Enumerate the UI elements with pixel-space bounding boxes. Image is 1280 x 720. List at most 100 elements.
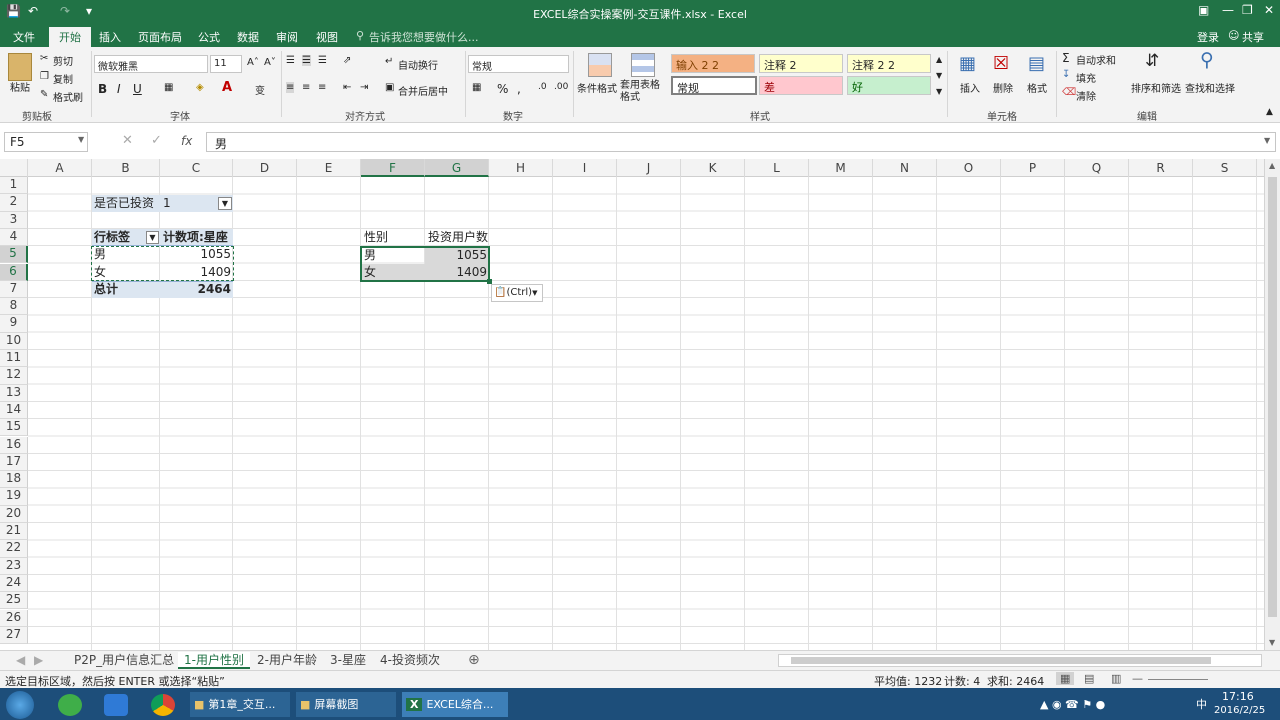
column-header[interactable]: N	[873, 159, 937, 177]
row-filter-dropdown-icon[interactable]: ▼	[146, 231, 159, 244]
page-layout-icon[interactable]: ▤	[1084, 672, 1094, 685]
italic-button[interactable]: I	[117, 82, 121, 96]
cut-icon[interactable]: ✂	[40, 53, 48, 64]
horizontal-scroll-thumb[interactable]	[791, 657, 1211, 664]
insert-function-button[interactable]: fx	[181, 134, 192, 148]
column-header[interactable]: Q	[1065, 159, 1129, 177]
row-header[interactable]: 20	[0, 505, 28, 523]
sheet-tab[interactable]: 3-星座	[324, 652, 372, 669]
column-header[interactable]: B	[92, 159, 160, 177]
column-header[interactable]: F	[361, 159, 425, 177]
column-header[interactable]: H	[489, 159, 553, 177]
align-right-icon[interactable]: ≡	[318, 82, 326, 93]
paste-button[interactable]: 粘贴	[10, 79, 30, 94]
row-header[interactable]: 19	[0, 488, 28, 506]
column-header[interactable]: G	[425, 159, 489, 177]
column-header[interactable]: M	[809, 159, 873, 177]
align-left-icon[interactable]: ≡	[286, 82, 295, 93]
orientation-icon[interactable]: ⇗	[343, 55, 351, 66]
clear-button[interactable]: 清除	[1076, 88, 1096, 103]
taskbar-item[interactable]: ■ 第1章_交互...	[190, 692, 290, 717]
decrease-font-icon[interactable]: A˅	[264, 57, 276, 68]
paste-icon[interactable]	[8, 53, 32, 81]
paste-options-button[interactable]: 📋(Ctrl)▼	[491, 284, 543, 302]
conditional-format-button[interactable]: 条件格式	[577, 80, 617, 95]
format-cells-icon[interactable]: ▤	[1028, 53, 1045, 74]
row-header[interactable]: 10	[0, 332, 28, 350]
table-format-button[interactable]: 套用表格格式	[620, 80, 666, 104]
phonetic-icon[interactable]: 变	[255, 82, 265, 97]
column-header[interactable]: S	[1193, 159, 1257, 177]
collapse-ribbon-icon[interactable]: ▲	[1266, 107, 1273, 117]
column-header[interactable]: A	[28, 159, 92, 177]
tab-formulas[interactable]: 公式	[198, 29, 220, 45]
close-icon[interactable]: ✕	[1264, 3, 1274, 17]
align-middle-icon[interactable]: ☰	[302, 55, 311, 66]
zoom-out-icon[interactable]: —	[1132, 672, 1143, 685]
row-header[interactable]: 12	[0, 367, 28, 385]
row-header[interactable]: 26	[0, 609, 28, 627]
decrease-decimal-icon[interactable]: .00	[554, 82, 568, 92]
delete-cells-icon[interactable]: ☒	[993, 53, 1009, 74]
cancel-icon[interactable]: ✕	[122, 133, 133, 148]
ribbon-display-icon[interactable]: ▣	[1198, 3, 1209, 17]
sort-filter-button[interactable]: 排序和筛选	[1131, 80, 1181, 95]
style-input22[interactable]: 输入 2 2	[671, 54, 755, 73]
style-note2[interactable]: 注释 2	[759, 54, 843, 73]
page-break-icon[interactable]: ▥	[1111, 672, 1121, 685]
tab-data[interactable]: 数据	[237, 29, 259, 45]
formula-input[interactable]: 男	[206, 132, 1276, 152]
copy-button[interactable]: 复制	[53, 71, 73, 86]
filter-icon[interactable]: ▼	[218, 197, 232, 210]
autosum-button[interactable]: 自动求和	[1076, 52, 1116, 67]
format-painter-icon[interactable]: ✎	[40, 89, 48, 100]
row-header[interactable]: 1	[0, 177, 28, 195]
app-icon-green[interactable]	[58, 694, 82, 716]
font-size-select[interactable]: 11	[210, 55, 242, 73]
column-header[interactable]: E	[297, 159, 361, 177]
clock-date[interactable]: 2016/2/25	[1214, 705, 1265, 716]
format-cells-button[interactable]: 格式	[1027, 80, 1047, 95]
delete-cells-button[interactable]: 删除	[993, 80, 1013, 95]
expand-formula-icon[interactable]: ▼	[1264, 136, 1270, 145]
column-header[interactable]: K	[681, 159, 745, 177]
name-box[interactable]: F5	[4, 132, 88, 152]
row-header[interactable]: 22	[0, 540, 28, 558]
styles-more-icon[interactable]: ▼	[936, 87, 942, 96]
row-header[interactable]: 17	[0, 453, 28, 472]
vertical-scrollbar[interactable]: ▲ ▼	[1264, 159, 1280, 650]
taskbar-item-excel[interactable]: X EXCEL综合...	[402, 692, 508, 717]
sort-filter-icon[interactable]: ⇵	[1145, 51, 1159, 71]
row-header[interactable]: 4	[0, 228, 28, 247]
add-sheet-icon[interactable]: ⊕	[462, 652, 486, 669]
fill-button[interactable]: 填充	[1076, 70, 1096, 85]
row-header[interactable]: 3	[0, 211, 28, 229]
row-header[interactable]: 15	[0, 419, 28, 437]
align-top-icon[interactable]: ☰	[286, 55, 295, 66]
row-header[interactable]: 24	[0, 574, 28, 593]
increase-decimal-icon[interactable]: .0	[538, 82, 547, 92]
name-box-dropdown-icon[interactable]: ▼	[78, 135, 84, 144]
conditional-format-icon[interactable]	[588, 53, 612, 77]
login-link[interactable]: 登录	[1197, 29, 1219, 45]
cut-button[interactable]: 剪切	[53, 53, 73, 68]
merge-icon[interactable]: ▣	[385, 82, 394, 93]
row-header[interactable]: 7	[0, 280, 28, 299]
column-header[interactable]: C	[160, 159, 233, 177]
number-format-select[interactable]: 常规	[468, 55, 569, 73]
comma-button[interactable]: ,	[517, 82, 521, 96]
font-color-icon[interactable]: A	[222, 80, 232, 95]
column-header[interactable]: I	[553, 159, 617, 177]
zoom-slider[interactable]	[1148, 679, 1208, 680]
minimize-icon[interactable]: —	[1222, 3, 1234, 17]
styles-scroll-up-icon[interactable]: ▲	[936, 55, 942, 64]
clock-time[interactable]: 17:16	[1222, 690, 1254, 703]
tab-home[interactable]: 开始	[49, 27, 91, 47]
row-header[interactable]: 23	[0, 557, 28, 575]
row-header[interactable]: 11	[0, 350, 28, 368]
column-header[interactable]: R	[1129, 159, 1193, 177]
find-icon[interactable]: ⚲	[1200, 49, 1214, 71]
fill-color-icon[interactable]: ◈	[196, 82, 204, 93]
autosum-icon[interactable]: Σ	[1062, 51, 1070, 65]
enter-icon[interactable]: ✓	[151, 133, 162, 148]
